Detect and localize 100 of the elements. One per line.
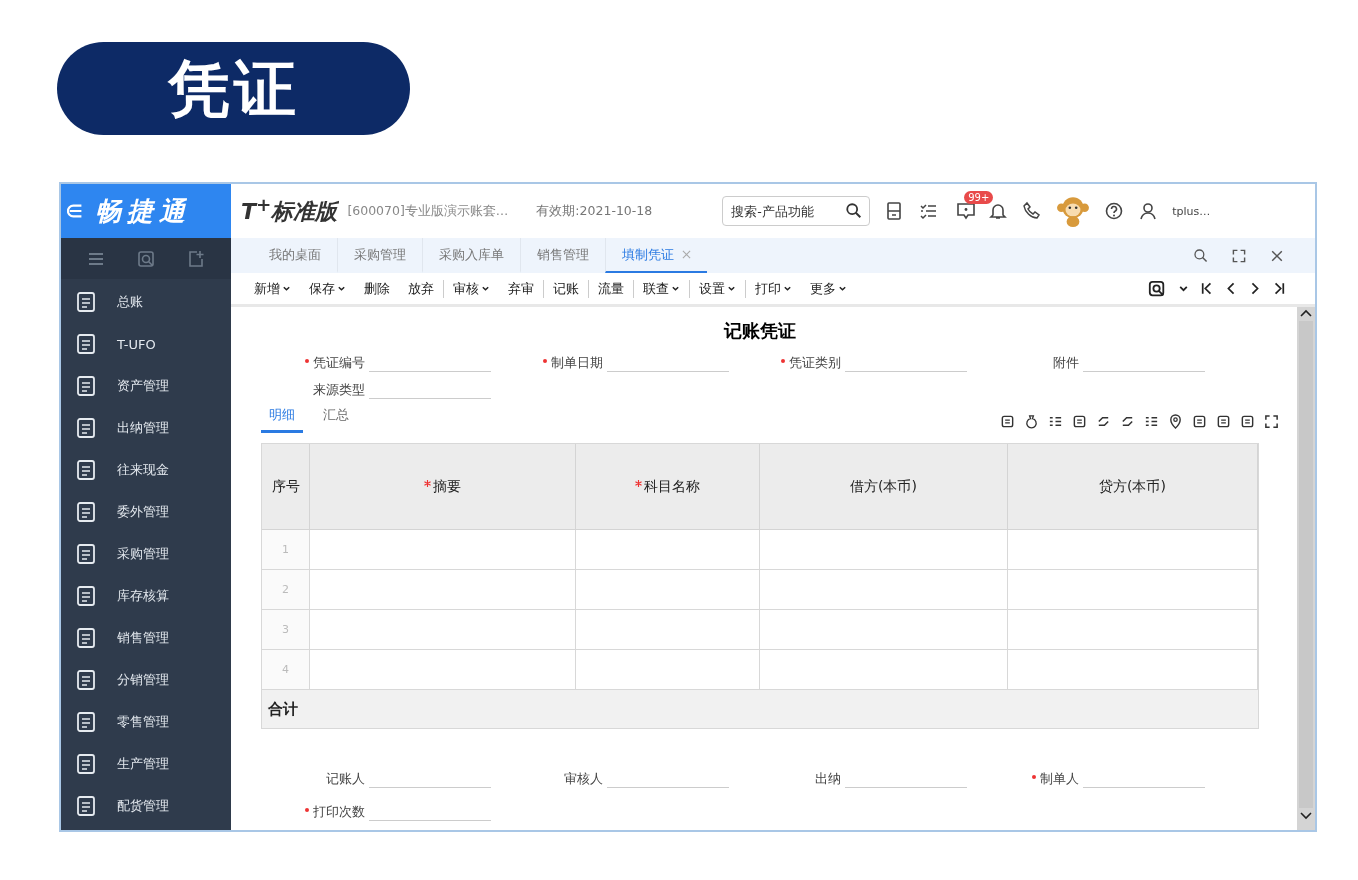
toolbar-button[interactable]: 设置	[690, 279, 746, 298]
fullscreen-icon[interactable]	[1231, 247, 1247, 264]
search-icon[interactable]	[1193, 247, 1209, 264]
next-icon[interactable]	[1249, 281, 1261, 296]
column-header: 摘要	[433, 477, 461, 496]
row-number: 3	[262, 610, 310, 650]
toolbar-button[interactable]: 审核	[444, 279, 499, 298]
tab[interactable]: 采购入库单	[422, 238, 520, 273]
tab[interactable]: 采购管理	[337, 238, 422, 273]
caret-icon	[282, 284, 291, 293]
toolbar-button[interactable]: 流量	[589, 279, 634, 298]
search-field[interactable]: 搜索-产品功能	[722, 196, 871, 226]
sidebar-item[interactable]: 配货管理	[61, 785, 231, 827]
tab[interactable]: 销售管理	[520, 238, 605, 273]
sidebar-item[interactable]: 销售管理	[61, 617, 231, 659]
toolbar-button[interactable]: 放弃	[399, 279, 444, 298]
tab[interactable]: 明细	[261, 406, 303, 433]
toolbar-button[interactable]: 打印	[746, 279, 801, 298]
field-label: 附件	[1053, 355, 1079, 372]
validity-date: 有效期:2021-10-18	[536, 202, 653, 220]
tab[interactable]: 我的桌面	[253, 238, 337, 273]
sidebar-item[interactable]: 往来现金	[61, 449, 231, 491]
toolbar-button[interactable]: 更多	[801, 279, 856, 298]
toolbar-button[interactable]: 新增	[245, 279, 300, 298]
table-cell[interactable]	[576, 530, 760, 570]
monkey-icon[interactable]	[1056, 194, 1091, 228]
caret-icon	[337, 284, 346, 293]
user-name[interactable]: tplus…	[1172, 204, 1211, 218]
sidebar-item[interactable]: 总账	[61, 281, 231, 323]
search-icon[interactable]	[845, 202, 864, 220]
checklist-icon[interactable]	[1048, 414, 1063, 429]
scrollbar[interactable]	[1297, 307, 1315, 830]
table-cell[interactable]	[310, 570, 576, 610]
field-label: 来源类型	[313, 382, 365, 399]
voucher-title: 记账凭证	[722, 319, 797, 343]
caret-icon	[671, 284, 680, 293]
title-banner: 凭证	[57, 42, 410, 135]
table-cell[interactable]	[1008, 610, 1258, 650]
sidebar-item[interactable]: 零售管理	[61, 701, 231, 743]
module-icon	[75, 543, 97, 565]
module-icon	[75, 753, 97, 775]
toolbar-button[interactable]: 弃审	[499, 279, 544, 298]
module-icon	[75, 375, 97, 397]
help-icon[interactable]	[1104, 201, 1125, 221]
search-icon[interactable]	[1148, 279, 1166, 298]
field-label: 凭证类别	[789, 355, 841, 372]
row-number: 1	[262, 530, 310, 570]
table-cell[interactable]	[576, 570, 760, 610]
sidebar-item[interactable]: 资产管理	[61, 365, 231, 407]
tab[interactable]: 汇总	[315, 406, 357, 433]
toolbar-button[interactable]: 记账	[544, 279, 589, 298]
table-cell[interactable]	[310, 610, 576, 650]
scroll-up-icon[interactable]	[1300, 309, 1312, 317]
add-icon[interactable]	[186, 248, 206, 269]
field-label: 凭证编号	[313, 355, 365, 372]
sidebar-item[interactable]: 出纳管理	[61, 407, 231, 449]
module-icon	[75, 585, 97, 607]
caret-icon	[783, 284, 792, 293]
toolbar-button[interactable]: 联查	[634, 279, 690, 298]
sidebar-item[interactable]: 采购管理	[61, 533, 231, 575]
module-icon	[75, 417, 97, 439]
sidebar-item[interactable]: T-UFO	[61, 323, 231, 365]
toolbar-button[interactable]: 保存	[300, 279, 355, 298]
sidebar-item[interactable]: 库存核算	[61, 575, 231, 617]
table-cell[interactable]	[760, 530, 1008, 570]
table-cell[interactable]	[576, 610, 760, 650]
table-cell[interactable]	[760, 610, 1008, 650]
last-page-icon[interactable]	[1273, 281, 1285, 296]
toolbar-button[interactable]: 删除	[355, 279, 399, 298]
product-name: T$^{+}$标准版	[241, 194, 338, 227]
user-icon[interactable]	[1138, 201, 1159, 221]
column-header: 序号	[271, 477, 300, 496]
account-name: [600070]专业版演示账套…	[347, 202, 509, 220]
total-label: 合计	[268, 699, 298, 719]
message-icon[interactable]	[956, 201, 977, 221]
sidebar-item[interactable]: 分销管理	[61, 659, 231, 701]
scroll-down-icon[interactable]	[1300, 812, 1312, 820]
column-header: 科目名称	[644, 477, 700, 496]
caret-icon	[727, 284, 736, 293]
location-pin-icon[interactable]	[1168, 414, 1183, 429]
phone-icon[interactable]	[1022, 201, 1043, 221]
table-cell[interactable]	[760, 570, 1008, 610]
field-label: 审核人	[564, 771, 603, 788]
sidebar-item[interactable]: 委外管理	[61, 491, 231, 533]
field-label: 制单日期	[551, 355, 603, 372]
table-cell[interactable]	[1008, 530, 1258, 570]
first-page-icon[interactable]	[1201, 281, 1213, 296]
table-cell[interactable]	[310, 530, 576, 570]
module-icon	[75, 711, 97, 733]
previous-icon[interactable]	[1225, 281, 1237, 296]
row-number: 2	[262, 570, 310, 610]
sidebar-item[interactable]: 生产管理	[61, 743, 231, 785]
module-icon	[75, 627, 97, 649]
tab[interactable]: 填制凭证	[605, 238, 707, 273]
checklist-icon[interactable]	[918, 201, 939, 221]
column-header: 借方(本币)	[850, 477, 917, 496]
table-cell[interactable]	[1008, 570, 1258, 610]
bell-icon[interactable]	[988, 201, 1009, 221]
caret-icon	[838, 284, 847, 293]
expand-icon[interactable]	[1264, 414, 1279, 429]
